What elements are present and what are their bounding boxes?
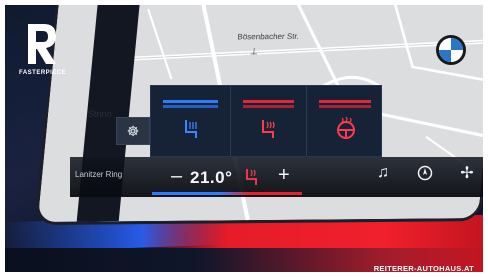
- navigation-icon[interactable]: [414, 162, 436, 184]
- steering-wheel-heating-button[interactable]: [307, 86, 383, 158]
- level-bar-2: [319, 105, 371, 108]
- seat-climate-panel: [150, 85, 383, 158]
- map-pin-icon: ⊥: [249, 46, 259, 57]
- music-icon[interactable]: ♫: [372, 162, 394, 184]
- temperature-increase-button[interactable]: +: [278, 164, 290, 187]
- seat-heating-quick-icon[interactable]: [243, 167, 263, 187]
- seat-heating-button[interactable]: [231, 86, 307, 158]
- level-bar-1: [163, 100, 218, 103]
- map-street-label-bottom: Lanitzer Ring: [75, 170, 123, 179]
- level-bar-1: [319, 100, 371, 103]
- level-bar-1: [243, 100, 294, 103]
- photo-stage: Bösenbacher Str. ⊥ Strino ☸ Lanitzer Rin…: [0, 0, 488, 277]
- bmw-logo: [436, 35, 466, 65]
- seat-ventilation-button[interactable]: [151, 86, 231, 158]
- logo-caption: FASTERPIECE: [19, 70, 67, 76]
- level-bar-2: [243, 105, 294, 108]
- temperature-gradient-bar: [152, 192, 302, 195]
- footer-website-url[interactable]: REITERER-AUTOHAUS.AT: [374, 264, 474, 273]
- seat-ventilation-icon: [185, 120, 197, 138]
- steering-wheel-toggle-button[interactable]: ☸: [116, 117, 150, 145]
- steering-wheel-heating-icon: [337, 116, 355, 139]
- temperature-decrease-button[interactable]: –: [171, 165, 182, 188]
- level-bar-2: [163, 105, 218, 108]
- steering-wheel-icon: ☸: [126, 122, 140, 139]
- map-street-label-left: Strino: [88, 109, 112, 119]
- fan-icon[interactable]: ✢: [456, 162, 478, 184]
- seat-heating-icon: [262, 120, 275, 138]
- temperature-value: 21.0°: [190, 168, 233, 187]
- reiterer-logo: [28, 24, 56, 64]
- map-street-label-top: Bösenbacher Str.: [237, 31, 300, 42]
